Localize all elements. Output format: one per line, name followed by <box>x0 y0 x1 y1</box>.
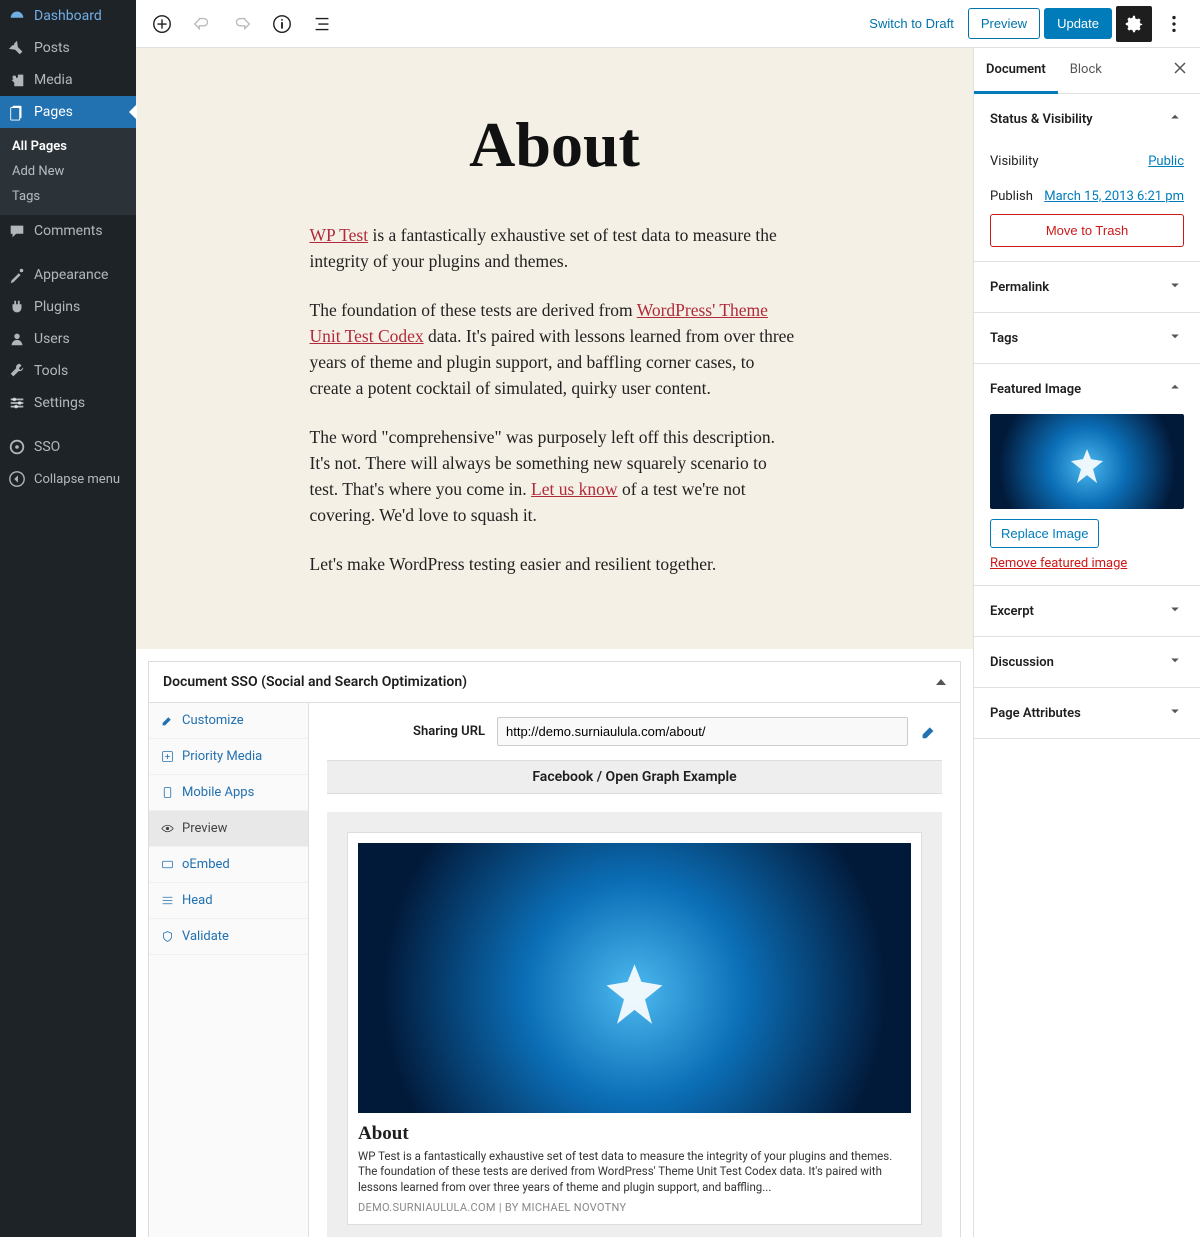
page-title[interactable]: About <box>136 108 973 182</box>
sso-metabox-header[interactable]: Document SSO (Social and Search Optimiza… <box>149 662 960 703</box>
menu-dashboard[interactable]: Dashboard <box>0 0 136 32</box>
settings-toggle-button[interactable] <box>1116 6 1152 42</box>
og-card-title: About <box>358 1123 911 1145</box>
sso-tab-oembed[interactable]: oEmbed <box>149 847 308 883</box>
sharing-url-input[interactable] <box>497 717 908 746</box>
chevron-down-icon <box>1166 702 1184 724</box>
publish-value[interactable]: March 15, 2013 6:21 pm <box>1044 189 1184 204</box>
page-body[interactable]: WP Test is a fantastically exhaustive se… <box>310 222 800 577</box>
metabox-toggle-icon <box>936 679 946 685</box>
panel-permalink-header[interactable]: Permalink <box>974 262 1200 312</box>
menu-posts[interactable]: Posts <box>0 32 136 64</box>
submenu-pages: All Pages Add New Tags <box>0 128 136 215</box>
link-wptest[interactable]: WP Test <box>310 225 369 245</box>
sso-metabox: Document SSO (Social and Search Optimiza… <box>148 661 961 1237</box>
sso-tab-priority-media[interactable]: Priority Media <box>149 739 308 775</box>
sso-tab-validate[interactable]: Validate <box>149 919 308 955</box>
info-button[interactable] <box>264 6 300 42</box>
chevron-down-icon <box>1166 600 1184 622</box>
outline-button[interactable] <box>304 6 340 42</box>
sso-tabs: Customize Priority Media Mobile Apps Pre… <box>149 703 309 1237</box>
menu-plugins[interactable]: Plugins <box>0 291 136 323</box>
menu-settings[interactable]: Settings <box>0 387 136 419</box>
eraser-icon[interactable] <box>914 717 942 745</box>
sso-tab-mobile-apps[interactable]: Mobile Apps <box>149 775 308 811</box>
chevron-up-icon <box>1166 378 1184 400</box>
menu-users[interactable]: Users <box>0 323 136 355</box>
chevron-up-icon <box>1166 108 1184 130</box>
sso-tab-preview[interactable]: Preview <box>149 811 308 847</box>
panel-status-header[interactable]: Status & Visibility <box>974 94 1200 144</box>
panel-tags-header[interactable]: Tags <box>974 313 1200 363</box>
panel-discussion-header[interactable]: Discussion <box>974 637 1200 687</box>
move-to-trash-button[interactable]: Move to Trash <box>990 214 1184 247</box>
menu-media[interactable]: Media <box>0 64 136 96</box>
replace-image-button[interactable]: Replace Image <box>990 519 1099 548</box>
featured-image-thumb[interactable] <box>990 414 1184 509</box>
submenu-all-pages[interactable]: All Pages <box>0 134 136 159</box>
panel-featured-header[interactable]: Featured Image <box>974 364 1200 414</box>
preview-button[interactable]: Preview <box>968 8 1040 39</box>
visibility-label: Visibility <box>990 154 1039 169</box>
settings-close-button[interactable] <box>1160 48 1200 93</box>
add-block-button[interactable] <box>144 6 180 42</box>
menu-appearance[interactable]: Appearance <box>0 259 136 291</box>
settings-tab-document[interactable]: Document <box>974 48 1058 94</box>
og-card-image <box>358 843 911 1113</box>
admin-sidebar: Dashboard Posts Media Pages All Pages Ad… <box>0 0 136 1237</box>
sso-tab-head[interactable]: Head <box>149 883 308 919</box>
sharing-url-label: Sharing URL <box>327 724 497 739</box>
panel-excerpt-header[interactable]: Excerpt <box>974 586 1200 636</box>
link-let-us-know[interactable]: Let us know <box>531 479 618 499</box>
menu-pages[interactable]: Pages <box>0 96 136 128</box>
more-menu-button[interactable] <box>1156 6 1192 42</box>
og-card-meta: DEMO.SURNIAULULA.COM | BY MICHAEL NOVOTN… <box>358 1201 911 1214</box>
visibility-value[interactable]: Public <box>1148 154 1184 169</box>
editor-toolbar: Switch to Draft Preview Update <box>136 0 1200 48</box>
settings-sidebar: Document Block Status & Visibility Visib… <box>973 48 1200 1237</box>
collapse-menu[interactable]: Collapse menu <box>0 463 136 495</box>
sso-tab-customize[interactable]: Customize <box>149 703 308 739</box>
remove-featured-image-link[interactable]: Remove featured image <box>990 556 1127 571</box>
chevron-down-icon <box>1166 651 1184 673</box>
og-card-desc: WP Test is a fantastically exhaustive se… <box>358 1149 911 1196</box>
chevron-down-icon <box>1166 276 1184 298</box>
switch-draft-button[interactable]: Switch to Draft <box>859 16 964 31</box>
menu-tools[interactable]: Tools <box>0 355 136 387</box>
og-card: About WP Test is a fantastically exhaust… <box>347 832 922 1226</box>
og-preview-title: Facebook / Open Graph Example <box>327 760 942 794</box>
panel-page-attributes-header[interactable]: Page Attributes <box>974 688 1200 738</box>
publish-label: Publish <box>990 189 1033 204</box>
submenu-add-new[interactable]: Add New <box>0 159 136 184</box>
update-button[interactable]: Update <box>1044 8 1112 39</box>
menu-sso[interactable]: SSO <box>0 431 136 463</box>
chevron-down-icon <box>1166 327 1184 349</box>
editor-canvas[interactable]: About WP Test is a fantastically exhaust… <box>136 48 973 1237</box>
redo-button[interactable] <box>224 6 260 42</box>
menu-comments[interactable]: Comments <box>0 215 136 247</box>
settings-tab-block[interactable]: Block <box>1058 48 1114 93</box>
submenu-tags[interactable]: Tags <box>0 184 136 209</box>
undo-button[interactable] <box>184 6 220 42</box>
